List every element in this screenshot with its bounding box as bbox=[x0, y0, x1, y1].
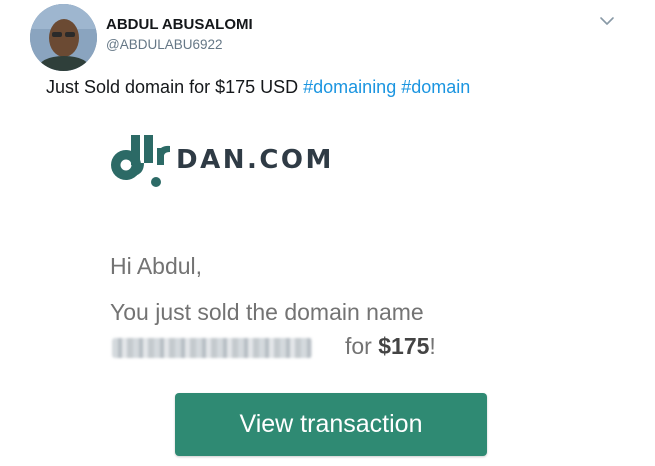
author-display-name[interactable]: ABDUL ABUSALOMI bbox=[106, 16, 253, 33]
hashtag-domaining[interactable]: #domaining bbox=[303, 77, 396, 97]
tweet-body: Just Sold domain for $175 USD bbox=[46, 77, 304, 97]
blurred-domain-name bbox=[112, 338, 312, 358]
exclamation: ! bbox=[429, 333, 436, 359]
dan-logo-mark bbox=[111, 135, 170, 187]
price-line: for $175! bbox=[345, 333, 436, 360]
for-label: for bbox=[345, 333, 379, 359]
chevron-down-icon[interactable] bbox=[598, 12, 616, 30]
avatar-image bbox=[30, 4, 97, 71]
sale-price: $175 bbox=[378, 333, 430, 359]
author-handle[interactable]: @ABDULABU6922 bbox=[106, 37, 223, 52]
sold-message: You just sold the domain name bbox=[110, 299, 424, 325]
dan-logo: DAN.COM bbox=[108, 130, 338, 190]
avatar[interactable] bbox=[30, 4, 97, 71]
hashtag-domain[interactable]: #domain bbox=[401, 77, 470, 97]
email-greeting: Hi Abdul, bbox=[110, 253, 203, 279]
view-transaction-button[interactable]: View transaction bbox=[175, 393, 487, 456]
tweet-text: Just Sold domain for $175 USD #domaining… bbox=[46, 77, 470, 98]
dan-logo-text: DAN.COM bbox=[176, 145, 334, 175]
